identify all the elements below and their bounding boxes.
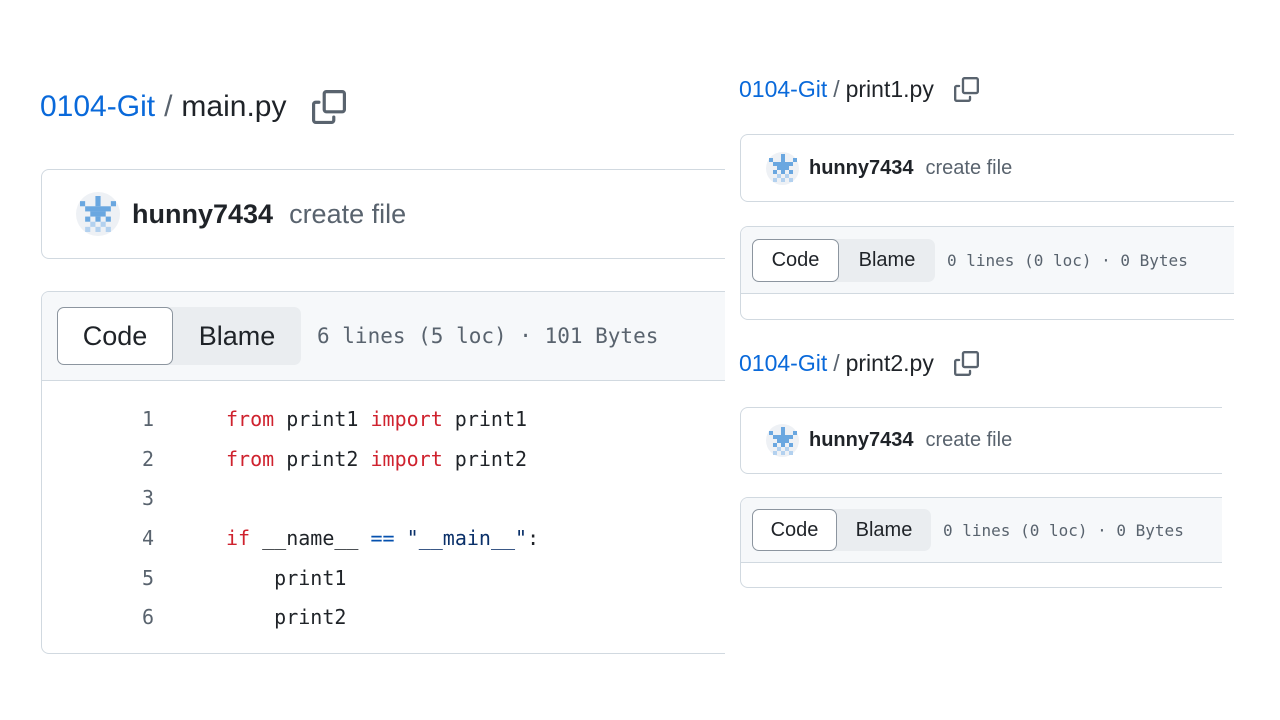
line-code: from print2 import print2 bbox=[226, 447, 527, 471]
code-token: import bbox=[370, 446, 443, 471]
blame-tab-button[interactable]: Blame bbox=[839, 239, 935, 282]
breadcrumb-separator: / bbox=[833, 75, 840, 102]
commit-message[interactable]: create file bbox=[925, 157, 1012, 180]
code-token: print1 bbox=[274, 406, 371, 431]
print2-py-panel: 0104-Git / print2.py hunny7434 create fi… bbox=[730, 334, 1222, 604]
code-token: == bbox=[370, 525, 395, 550]
file-header: Code Blame 0 lines (0 loc) · 0 Bytes bbox=[741, 498, 1222, 563]
view-toggle: Code Blame bbox=[57, 307, 301, 365]
line-code: print1 bbox=[226, 566, 346, 590]
breadcrumb-separator: / bbox=[164, 90, 173, 123]
code-tab-button[interactable]: Code bbox=[752, 509, 837, 551]
code-token: if bbox=[226, 525, 251, 550]
code-token: __name__ bbox=[250, 525, 371, 550]
code-token: print2 bbox=[442, 446, 528, 471]
repo-link[interactable]: 0104-Git bbox=[40, 90, 155, 124]
code-token: "__main__" bbox=[406, 525, 528, 550]
breadcrumb: 0104-Git / print1.py bbox=[739, 73, 979, 105]
line-code: print2 bbox=[226, 605, 346, 629]
file-header: Code Blame 0 lines (0 loc) · 0 Bytes bbox=[741, 227, 1234, 294]
code-token: : bbox=[527, 525, 540, 550]
file-stats: 0 lines (0 loc) · 0 Bytes bbox=[943, 520, 1184, 540]
code-token: print2 bbox=[274, 446, 371, 471]
view-toggle: Code Blame bbox=[752, 509, 931, 551]
line-number[interactable]: 5 bbox=[42, 566, 154, 590]
commit-box: hunny7434 create file bbox=[740, 407, 1222, 474]
file-name: main.py bbox=[181, 90, 287, 123]
repo-link[interactable]: 0104-Git bbox=[739, 350, 827, 377]
code-line: 4 if __name__ == "__main__": bbox=[42, 518, 725, 558]
file-viewer: Code Blame 6 lines (5 loc) · 101 Bytes 1… bbox=[41, 291, 725, 654]
code-table: 1 from print1 import print1 2 from print2 i… bbox=[42, 381, 725, 637]
blame-tab-button[interactable]: Blame bbox=[173, 307, 301, 365]
avatar[interactable] bbox=[766, 151, 799, 185]
commit-message[interactable]: create file bbox=[289, 199, 406, 230]
file-viewer: Code Blame 0 lines (0 loc) · 0 Bytes bbox=[740, 497, 1222, 588]
code-tab-button[interactable]: Code bbox=[57, 307, 173, 365]
identicon-avatar bbox=[768, 426, 797, 455]
blame-tab-button[interactable]: Blame bbox=[837, 509, 931, 551]
copy-icon[interactable] bbox=[953, 76, 979, 102]
line-code: from print1 import print1 bbox=[226, 407, 527, 431]
code-token: print1 bbox=[442, 406, 528, 431]
line-number[interactable]: 2 bbox=[42, 447, 154, 471]
file-header: Code Blame 6 lines (5 loc) · 101 Bytes bbox=[42, 292, 725, 381]
code-token: print1 bbox=[226, 565, 347, 590]
identicon-avatar bbox=[80, 196, 116, 232]
code-tab-button[interactable]: Code bbox=[752, 238, 839, 282]
breadcrumb: 0104-Git / main.py bbox=[40, 86, 347, 128]
commit-message[interactable]: create file bbox=[925, 429, 1012, 452]
line-number[interactable]: 1 bbox=[42, 407, 154, 431]
commit-box: hunny7434 create file bbox=[740, 134, 1234, 202]
line-code: if __name__ == "__main__": bbox=[226, 526, 539, 550]
code-line: 6 print2 bbox=[42, 597, 725, 637]
view-toggle: Code Blame bbox=[752, 238, 935, 282]
code-line: 5 print1 bbox=[42, 558, 725, 598]
main-py-panel: 0104-Git / main.py hunny7434 create file bbox=[0, 0, 725, 720]
identicon-avatar bbox=[768, 154, 797, 182]
file-viewer: Code Blame 0 lines (0 loc) · 0 Bytes bbox=[740, 226, 1234, 320]
file-stats: 6 lines (5 loc) · 101 Bytes bbox=[317, 324, 659, 348]
commit-author[interactable]: hunny7434 bbox=[132, 199, 273, 230]
code-token: from bbox=[226, 406, 275, 431]
commit-author[interactable]: hunny7434 bbox=[809, 429, 913, 452]
breadcrumb-separator: / bbox=[833, 349, 840, 376]
line-number[interactable]: 4 bbox=[42, 526, 154, 550]
code-line: 2 from print2 import print2 bbox=[42, 439, 725, 479]
file-stats: 0 lines (0 loc) · 0 Bytes bbox=[947, 250, 1188, 270]
commit-box: hunny7434 create file bbox=[41, 169, 725, 259]
code-token: print2 bbox=[226, 605, 347, 630]
print1-py-panel: 0104-Git / print1.py hunny7434 create fi… bbox=[730, 60, 1234, 330]
code-token: import bbox=[370, 406, 443, 431]
copy-icon[interactable] bbox=[953, 350, 979, 376]
commit-author[interactable]: hunny7434 bbox=[809, 157, 913, 180]
code-line: 1 from print1 import print1 bbox=[42, 399, 725, 439]
file-name: print2.py bbox=[845, 349, 934, 376]
copy-icon[interactable] bbox=[312, 90, 347, 124]
breadcrumb: 0104-Git / print2.py bbox=[739, 347, 979, 379]
avatar[interactable] bbox=[766, 424, 799, 457]
file-name: print1.py bbox=[845, 75, 934, 102]
line-number[interactable]: 3 bbox=[42, 486, 154, 510]
code-token: from bbox=[226, 446, 275, 471]
code-line: 3 bbox=[42, 478, 725, 518]
line-number[interactable]: 6 bbox=[42, 605, 154, 629]
avatar[interactable] bbox=[76, 192, 120, 236]
repo-link[interactable]: 0104-Git bbox=[739, 76, 827, 103]
